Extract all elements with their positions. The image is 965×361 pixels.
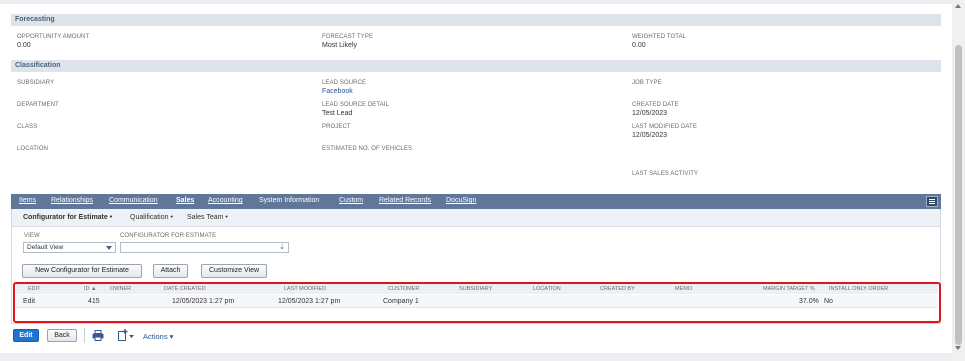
job-type-label: JOB TYPE xyxy=(632,80,662,86)
customize-view-button[interactable]: Customize View xyxy=(201,264,267,278)
configurator-filter-label: CONFIGURATOR FOR ESTIMATE xyxy=(120,233,217,239)
configurator-filter-select[interactable]: ⇣ xyxy=(120,242,289,253)
weighted-total-label: WEIGHTED TOTAL xyxy=(632,34,687,40)
record-page: Forecasting OPPORTUNITY AMOUNT 0.00 FORE… xyxy=(0,0,952,361)
lead-source-label: LEAD SOURCE xyxy=(322,80,367,86)
new-configurator-button[interactable]: New Configurator for Estimate xyxy=(22,264,142,278)
view-label: VIEW xyxy=(24,233,40,239)
subtab-configurator-for-estimate[interactable]: Configurator for Estimate • xyxy=(23,214,112,221)
tab-items[interactable]: Items xyxy=(19,197,36,204)
chevron-down-icon xyxy=(106,246,112,250)
created-date-value: 12/05/2023 xyxy=(632,110,668,117)
new-record-icon[interactable] xyxy=(117,329,135,343)
department-label: DEPARTMENT xyxy=(17,102,59,108)
view-select[interactable]: Default View xyxy=(23,242,116,253)
vertical-scrollbar[interactable] xyxy=(952,0,965,361)
project-label: PROJECT xyxy=(322,124,351,130)
tab-communication[interactable]: Communication xyxy=(109,197,158,204)
tab-relationships[interactable]: Relationships xyxy=(51,197,93,204)
opportunity-amount-value: 0.00 xyxy=(17,42,31,49)
actions-menu[interactable]: Actions ▾ xyxy=(143,332,173,341)
last-sales-activity-label: LAST SALES ACTIVITY xyxy=(632,171,699,177)
view-select-value: Default View xyxy=(27,244,64,251)
sales-subtabs: Configurator for Estimate • Qualificatio… xyxy=(12,209,940,227)
location-label: LOCATION xyxy=(17,146,49,152)
forecasting-section-header[interactable]: Forecasting xyxy=(11,14,941,26)
estimated-vehicles-label: ESTIMATED NO. OF VEHICLES xyxy=(322,146,413,152)
bottom-border xyxy=(0,353,952,361)
scroll-down-icon[interactable] xyxy=(955,346,961,350)
tab-system-information[interactable]: System Information xyxy=(259,197,319,204)
class-label: CLASS xyxy=(17,124,38,130)
created-date-label: CREATED DATE xyxy=(632,102,679,108)
last-modified-date-value: 12/05/2023 xyxy=(632,132,668,139)
opportunity-amount-label: OPPORTUNITY AMOUNT xyxy=(17,34,90,40)
tab-docusign[interactable]: DocuSign xyxy=(446,197,476,204)
list-view-icon[interactable] xyxy=(926,196,938,207)
lead-source-detail-value: Test Lead xyxy=(322,110,353,117)
last-modified-date-label: LAST MODIFIED DATE xyxy=(632,124,697,130)
weighted-total-value: 0.00 xyxy=(632,42,646,49)
tab-accounting[interactable]: Accounting xyxy=(208,197,243,204)
subtab-sales-team[interactable]: Sales Team • xyxy=(187,214,228,221)
lead-source-detail-label: LEAD SOURCE DETAIL xyxy=(322,102,390,108)
subsidiary-label: SUBSIDIARY xyxy=(17,80,55,86)
back-button[interactable]: Back xyxy=(47,329,77,342)
subtab-qualification[interactable]: Qualification • xyxy=(130,214,173,221)
tab-custom[interactable]: Custom xyxy=(339,197,363,204)
forecast-type-label: FORECAST TYPE xyxy=(322,34,374,40)
tab-sales[interactable]: Sales xyxy=(176,197,194,204)
classification-section-header[interactable]: Classification xyxy=(11,60,941,72)
edit-button[interactable]: Edit xyxy=(13,329,39,342)
attach-button[interactable]: Attach xyxy=(153,264,188,278)
tab-related-records[interactable]: Related Records xyxy=(379,197,431,204)
double-chevron-down-icon: ⇣ xyxy=(279,244,285,251)
print-icon[interactable] xyxy=(92,330,104,343)
top-border xyxy=(0,0,952,4)
lead-source-value[interactable]: Facebook xyxy=(322,88,353,95)
scrollbar-thumb[interactable] xyxy=(955,45,962,345)
forecast-type-value: Most Likely xyxy=(322,42,358,49)
toolbar-separator xyxy=(84,328,85,343)
scroll-up-icon[interactable] xyxy=(955,4,961,8)
record-tab-bar: Items Relationships Communication Sales … xyxy=(11,194,941,209)
highlight-box xyxy=(13,282,941,323)
